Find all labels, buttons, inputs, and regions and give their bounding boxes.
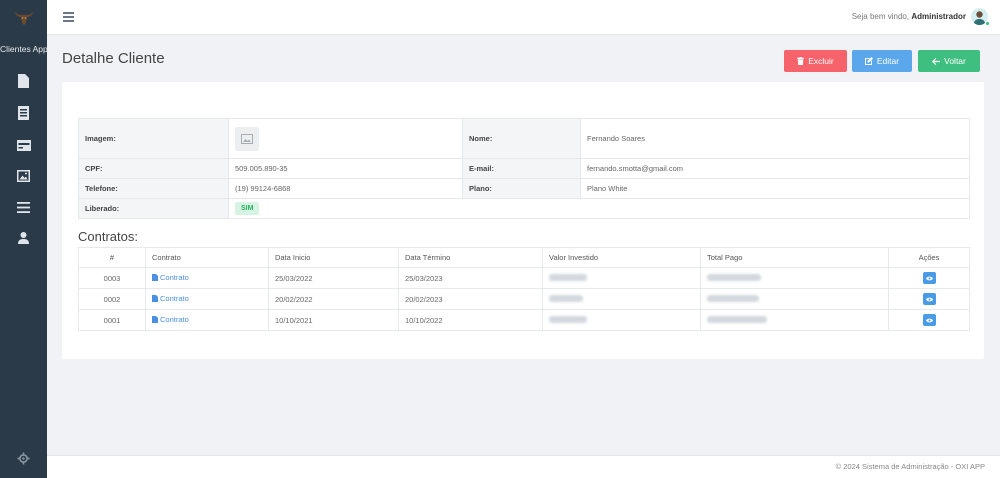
contract-id: 0003 xyxy=(78,267,146,289)
user-name[interactable]: Administrador xyxy=(911,12,966,21)
image-icon xyxy=(17,170,30,182)
blurred-invested-value xyxy=(549,273,587,281)
table-header-row: # Contrato Data Inicio Data Término Valo… xyxy=(78,247,970,268)
col-header-paid: Total Pago xyxy=(700,247,889,268)
sidebar-item-list[interactable] xyxy=(14,199,33,215)
col-header-contract: Contrato xyxy=(145,247,269,268)
table-row: 0001 Contrato 10/10/2021 10/10/2022 xyxy=(78,309,970,331)
blurred-invested-value xyxy=(549,294,583,302)
contract-start-date: 20/02/2022 xyxy=(268,288,399,310)
file-icon xyxy=(152,295,158,302)
contract-link[interactable]: Contrato xyxy=(152,273,189,282)
sidebar-item-cards[interactable] xyxy=(14,137,33,153)
user-icon xyxy=(18,232,29,244)
sidebar-item-documents[interactable] xyxy=(14,105,33,121)
view-contract-button[interactable] xyxy=(922,293,936,305)
image-placeholder-icon xyxy=(241,133,253,144)
file-icon xyxy=(152,316,158,323)
edit-icon xyxy=(864,57,873,65)
document-icon xyxy=(18,106,29,120)
contracts-title: Contratos: xyxy=(78,229,138,244)
online-status-dot xyxy=(985,21,990,26)
view-contract-button[interactable] xyxy=(922,314,936,326)
image-label: Imagem: xyxy=(78,118,229,159)
table-row: 0002 Contrato 20/02/2022 20/02/2023 xyxy=(78,288,970,310)
table-row: 0003 Contrato 25/03/2022 25/03/2023 xyxy=(78,267,970,289)
contract-end-date: 20/02/2023 xyxy=(398,288,543,310)
eye-icon xyxy=(925,276,933,280)
client-plan: Plano White xyxy=(580,178,970,199)
delete-button[interactable]: Excluir xyxy=(784,50,847,72)
contracts-table: # Contrato Data Inicio Data Término Valo… xyxy=(78,247,970,331)
contract-start-date: 10/10/2021 xyxy=(268,309,399,331)
sidebar-item-files[interactable] xyxy=(14,73,33,89)
sidebar-item-users[interactable] xyxy=(14,230,33,246)
released-label: Liberado: xyxy=(78,198,229,219)
table-row: Imagem: Nome: Fernando Soares xyxy=(78,118,970,159)
client-email: fernando.smotta@gmail.com xyxy=(580,158,970,179)
blurred-paid-value xyxy=(707,315,767,323)
sidebar: Clientes App xyxy=(0,0,48,478)
col-header-end: Data Término xyxy=(398,247,543,268)
trash-icon xyxy=(797,57,805,65)
file-icon xyxy=(152,274,158,281)
contract-link[interactable]: Contrato xyxy=(152,315,189,324)
table-row: Liberado: SIM xyxy=(78,198,970,219)
contract-id: 0002 xyxy=(78,288,146,310)
contract-end-date: 10/10/2022 xyxy=(398,309,543,331)
plan-label: Plano: xyxy=(462,178,581,199)
card-icon xyxy=(16,139,31,151)
name-label: Nome: xyxy=(462,118,581,159)
footer: © 2024 Sistema de Administração - OXI AP… xyxy=(47,455,1000,478)
table-row: CPF: 509.005.890-35 E-mail: fernando.smo… xyxy=(78,158,970,179)
client-info-table: Imagem: Nome: Fernando Soares CPF: 509.0… xyxy=(78,118,970,219)
contract-id: 0001 xyxy=(78,309,146,331)
col-header-start: Data Inicio xyxy=(268,247,399,268)
sidebar-item-images[interactable] xyxy=(14,168,33,184)
client-phone: (19) 99124-6868 xyxy=(228,178,463,199)
view-contract-button[interactable] xyxy=(922,272,936,284)
client-detail-card: Imagem: Nome: Fernando Soares CPF: 509.0… xyxy=(62,82,984,359)
released-status-badge: SIM xyxy=(235,202,260,215)
bull-logo-icon xyxy=(14,11,33,25)
back-button[interactable]: Voltar xyxy=(918,50,980,72)
client-name: Fernando Soares xyxy=(580,118,970,159)
page-title: Detalhe Cliente xyxy=(62,50,165,67)
topbar: Seja bem vindo, Administrador xyxy=(47,0,1000,35)
blurred-paid-value xyxy=(707,294,759,302)
settings-button[interactable] xyxy=(17,452,30,465)
email-label: E-mail: xyxy=(462,158,581,179)
welcome-text: Seja bem vindo, Administrador xyxy=(851,12,966,21)
cpf-label: CPF: xyxy=(78,158,229,179)
edit-button[interactable]: Editar xyxy=(852,50,912,72)
app-name: Clientes App xyxy=(0,44,48,54)
contract-start-date: 25/03/2022 xyxy=(268,267,399,289)
arrow-left-icon xyxy=(932,57,941,65)
table-row: Telefone: (19) 99124-6868 Plano: Plano W… xyxy=(78,178,970,199)
col-header-invested: Valor Investido xyxy=(542,247,701,268)
file-icon xyxy=(18,74,29,88)
contract-link[interactable]: Contrato xyxy=(152,294,189,303)
list-icon xyxy=(17,201,30,213)
hamburger-icon xyxy=(63,12,74,14)
col-header-actions: Ações xyxy=(888,247,970,268)
client-cpf: 509.005.890-35 xyxy=(228,158,463,179)
blurred-invested-value xyxy=(549,315,587,323)
contract-end-date: 25/03/2023 xyxy=(398,267,543,289)
eye-icon xyxy=(925,318,933,322)
col-header-id: # xyxy=(78,247,146,268)
phone-label: Telefone: xyxy=(78,178,229,199)
gear-icon xyxy=(17,452,30,465)
footer-copyright: © 2024 Sistema de Administração - OXI AP… xyxy=(835,462,985,471)
blurred-paid-value xyxy=(707,273,761,281)
client-image[interactable] xyxy=(235,126,259,151)
menu-toggle-button[interactable] xyxy=(63,12,74,22)
eye-icon xyxy=(925,297,933,301)
logo[interactable] xyxy=(0,0,47,35)
